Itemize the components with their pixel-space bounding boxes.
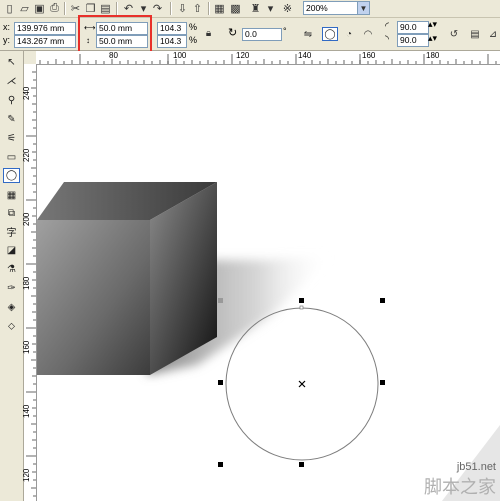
new-document-icon[interactable]: ▯ (2, 1, 17, 15)
redo-icon[interactable]: ↷ (150, 1, 165, 15)
percent-icon: % (189, 35, 198, 45)
x-label: x: (3, 22, 11, 32)
outline-width-icon[interactable]: ⊿ (485, 27, 500, 41)
node-handle[interactable] (299, 305, 304, 310)
rotate-icon: ↻ (228, 27, 238, 39)
save-icon[interactable]: ▣ (32, 1, 47, 15)
ruler-tick-label: 160 (22, 340, 31, 354)
text-tool-icon[interactable]: 字 (3, 224, 20, 239)
ruler-tick-label: 180 (22, 276, 31, 290)
open-folder-icon[interactable]: ▱ (17, 1, 32, 15)
smart-fill-tool-icon[interactable]: ⚟ (3, 131, 20, 146)
application-launcher-icon[interactable]: ▦ (212, 1, 227, 15)
ruler-tick-label: 160 (362, 51, 376, 60)
fill-tool-icon[interactable]: ◈ (3, 300, 20, 315)
ruler-tick-label: 200 (22, 212, 31, 226)
y-position-field[interactable]: 143.267 mm (14, 35, 76, 48)
property-bar: x: 139.976 mm y: 143.267 mm ⟷ 50.0 mm ↕ … (0, 18, 500, 51)
ruler-tick-label: 120 (236, 51, 250, 60)
center-x-icon (298, 380, 306, 388)
options-icon[interactable]: ※ (280, 1, 295, 15)
freehand-tool-icon[interactable]: ✎ (3, 112, 20, 127)
artwork (37, 182, 500, 501)
print-icon[interactable]: ⎙ (47, 1, 62, 15)
toolbar-separator (64, 2, 66, 15)
eyedropper-tool-icon[interactable]: ⚗ (3, 262, 20, 277)
undo-icon[interactable]: ↶ (121, 1, 136, 15)
vertical-ruler[interactable]: 240 220 200 180 160 140 120 (22, 64, 37, 501)
mirror-icon[interactable]: ⇋ (300, 27, 316, 41)
dropdown-arrow-icon[interactable]: ▾ (263, 1, 278, 15)
angle-unit: ° (283, 26, 287, 36)
rectangle-tool-icon[interactable]: ▭ (3, 150, 20, 165)
selection-handle-grey[interactable] (218, 298, 223, 303)
ruler-tick-label: 220 (22, 148, 31, 162)
standard-toolbar: ▯ ▱ ▣ ⎙ ✂ ❐ ▤ ↶ ▾ ↷ ⇩ ⇧ ▦ ▩ ♜ ▾ ※ 200% ▼ (0, 0, 500, 18)
undo-dropdown-icon[interactable]: ▾ (136, 1, 151, 15)
watermark: jb51.net 脚本之家 (424, 461, 496, 499)
zoom-level-field[interactable]: 200% (303, 1, 365, 15)
toolbar-separator (116, 2, 118, 15)
toolbar-separator (170, 2, 172, 15)
ruler-tick-label: 80 (109, 51, 118, 60)
cube-front-face[interactable] (37, 220, 150, 375)
ellipse-tool-icon[interactable]: ◯ (3, 168, 20, 183)
watermark-brand: 脚本之家 (424, 477, 496, 498)
pick-tool-icon[interactable]: ↖ (3, 55, 20, 70)
ruler-tick-label: 140 (22, 404, 31, 418)
end-angle-icon: ◝ (385, 34, 389, 45)
ruler-tick-label: 240 (22, 86, 31, 100)
start-angle-spinner-icon[interactable]: ▴▾ (428, 19, 437, 30)
end-angle-field[interactable]: 90.0 (397, 34, 429, 47)
basic-shapes-tool-icon[interactable]: ⧉ (3, 206, 20, 221)
zoom-dropdown-icon[interactable]: ▼ (357, 1, 370, 15)
y-label: y: (3, 35, 11, 45)
start-angle-field[interactable]: 90.0 (397, 21, 429, 34)
ellipse-mode-icon[interactable]: ◯ (322, 27, 338, 41)
welcome-screen-icon[interactable]: ♜ (248, 1, 263, 15)
scale-y-field[interactable]: 104.3 (157, 35, 187, 48)
graph-paper-tool-icon[interactable]: ▦ (3, 188, 20, 203)
scale-x-field[interactable]: 104.3 (157, 22, 187, 35)
horizontal-ruler[interactable]: 80 100 120 140 160 180 (36, 51, 500, 65)
ruler-tick-label: 100 (173, 51, 187, 60)
export-icon[interactable]: ⇧ (190, 1, 205, 15)
outline-tool-icon[interactable]: ✑ (3, 281, 20, 296)
x-position-field[interactable]: 139.976 mm (14, 22, 76, 35)
interactive-blend-tool-icon[interactable]: ◪ (3, 243, 20, 258)
percent-icon: % (189, 22, 198, 32)
corel-online-icon[interactable]: ▩ (228, 1, 243, 15)
end-angle-spinner-icon[interactable]: ▴▾ (428, 33, 437, 44)
toolbar-separator (208, 2, 210, 15)
pie-mode-icon[interactable]: ◔ (341, 27, 357, 41)
drawing-canvas[interactable]: jb51.net 脚本之家 (37, 65, 500, 501)
ruler-corner (24, 51, 36, 64)
wrap-text-icon[interactable]: ▤ (467, 27, 483, 41)
interactive-fill-tool-icon[interactable]: ⬦ (3, 319, 20, 334)
copy-icon[interactable]: ❐ (83, 1, 98, 15)
cut-icon[interactable]: ✂ (68, 1, 83, 15)
zoom-tool-icon[interactable]: ⚲ (3, 93, 20, 108)
rotation-angle-field[interactable]: 0.0 (242, 28, 282, 41)
lock-ratio-icon[interactable]: 🔒︎ (202, 26, 215, 40)
paste-icon[interactable]: ▤ (98, 1, 113, 15)
toolbox: ↖ ⋌ ⚲ ✎ ⚟ ▭ ◯ ▦ ⧉ 字 ◪ ⚗ ✑ ◈ ⬦ (0, 51, 24, 501)
shape-tool-icon[interactable]: ⋌ (3, 74, 20, 89)
direction-toggle-icon[interactable]: ↺ (446, 27, 462, 41)
ruler-tick-label: 140 (298, 51, 312, 60)
watermark-site: jb51.net (456, 461, 496, 473)
ruler-tick-label: 180 (426, 51, 440, 60)
import-icon[interactable]: ⇩ (175, 1, 190, 15)
start-angle-icon: ◜ (385, 21, 389, 32)
ruler-tick-label: 120 (22, 468, 31, 482)
arc-mode-icon[interactable]: ◠ (360, 27, 376, 41)
